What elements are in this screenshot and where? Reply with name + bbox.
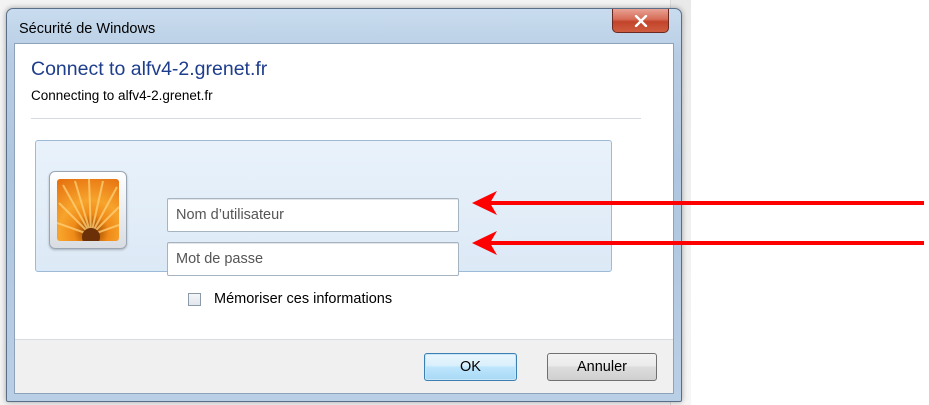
close-button[interactable] — [612, 9, 669, 33]
remember-credentials[interactable]: Mémoriser ces informations — [188, 291, 392, 307]
dialog-client-area: Connect to alfv4-2.grenet.fr Connecting … — [14, 43, 674, 394]
title-bar: Sécurité de Windows — [7, 9, 681, 43]
password-input[interactable] — [168, 243, 458, 275]
ok-button[interactable]: OK — [424, 353, 517, 381]
user-avatar-flower-icon — [49, 171, 127, 249]
close-icon — [634, 14, 647, 27]
cancel-button[interactable]: Annuler — [547, 353, 657, 381]
security-dialog: Sécurité de Windows Connect to alfv4-2.g… — [6, 8, 682, 402]
remember-checkbox[interactable] — [188, 292, 201, 306]
username-field[interactable] — [167, 198, 459, 232]
dialog-subheading: Connecting to alfv4-2.grenet.fr — [31, 88, 213, 103]
window-title: Sécurité de Windows — [19, 21, 156, 37]
divider — [31, 118, 641, 119]
avatar-image — [57, 179, 119, 241]
remember-label: Mémoriser ces informations — [214, 291, 393, 307]
dialog-heading: Connect to alfv4-2.grenet.fr — [31, 58, 268, 80]
username-input[interactable] — [168, 199, 458, 231]
button-bar: OK Annuler — [15, 339, 673, 393]
password-field[interactable] — [167, 242, 459, 276]
credential-panel: Mémoriser ces informations — [35, 140, 612, 307]
flower-icon — [57, 179, 119, 241]
